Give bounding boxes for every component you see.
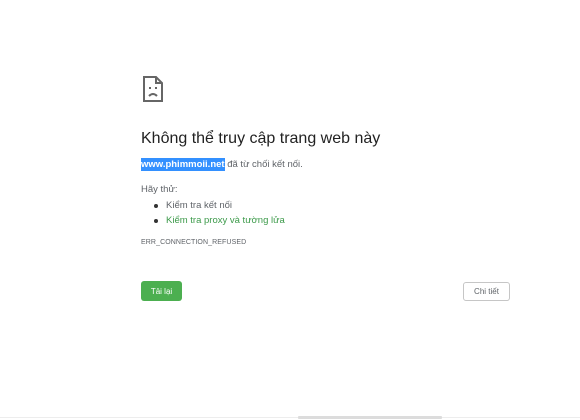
check-proxy-link[interactable]: Kiểm tra proxy và tường lửa xyxy=(166,215,285,226)
host-name: www.phimmoii.net xyxy=(141,158,225,171)
try-label: Hãy thử: xyxy=(141,184,178,195)
suggestion-check-connection: Kiểm tra kết nối xyxy=(153,198,285,213)
reload-button[interactable]: Tải lại xyxy=(141,281,182,301)
error-code: ERR_CONNECTION_REFUSED xyxy=(141,239,247,246)
bottom-divider xyxy=(0,417,580,418)
horizontal-scrollbar[interactable] xyxy=(298,416,442,419)
suggestion-text: Kiểm tra kết nối xyxy=(166,200,232,211)
page-title: Không thể truy cập trang web này xyxy=(141,130,381,147)
description-suffix: đã từ chối kết nối. xyxy=(224,159,303,170)
error-description: www.phimmoii.net đã từ chối kết nối. xyxy=(141,158,303,171)
sad-page-icon xyxy=(143,76,163,102)
suggestion-check-proxy[interactable]: Kiểm tra proxy và tường lửa xyxy=(153,213,285,228)
details-button[interactable]: Chi tiết xyxy=(463,282,510,301)
error-page: Không thể truy cập trang web này www.phi… xyxy=(0,0,580,420)
suggestions-list: Kiểm tra kết nối Kiểm tra proxy và tường… xyxy=(153,198,285,228)
